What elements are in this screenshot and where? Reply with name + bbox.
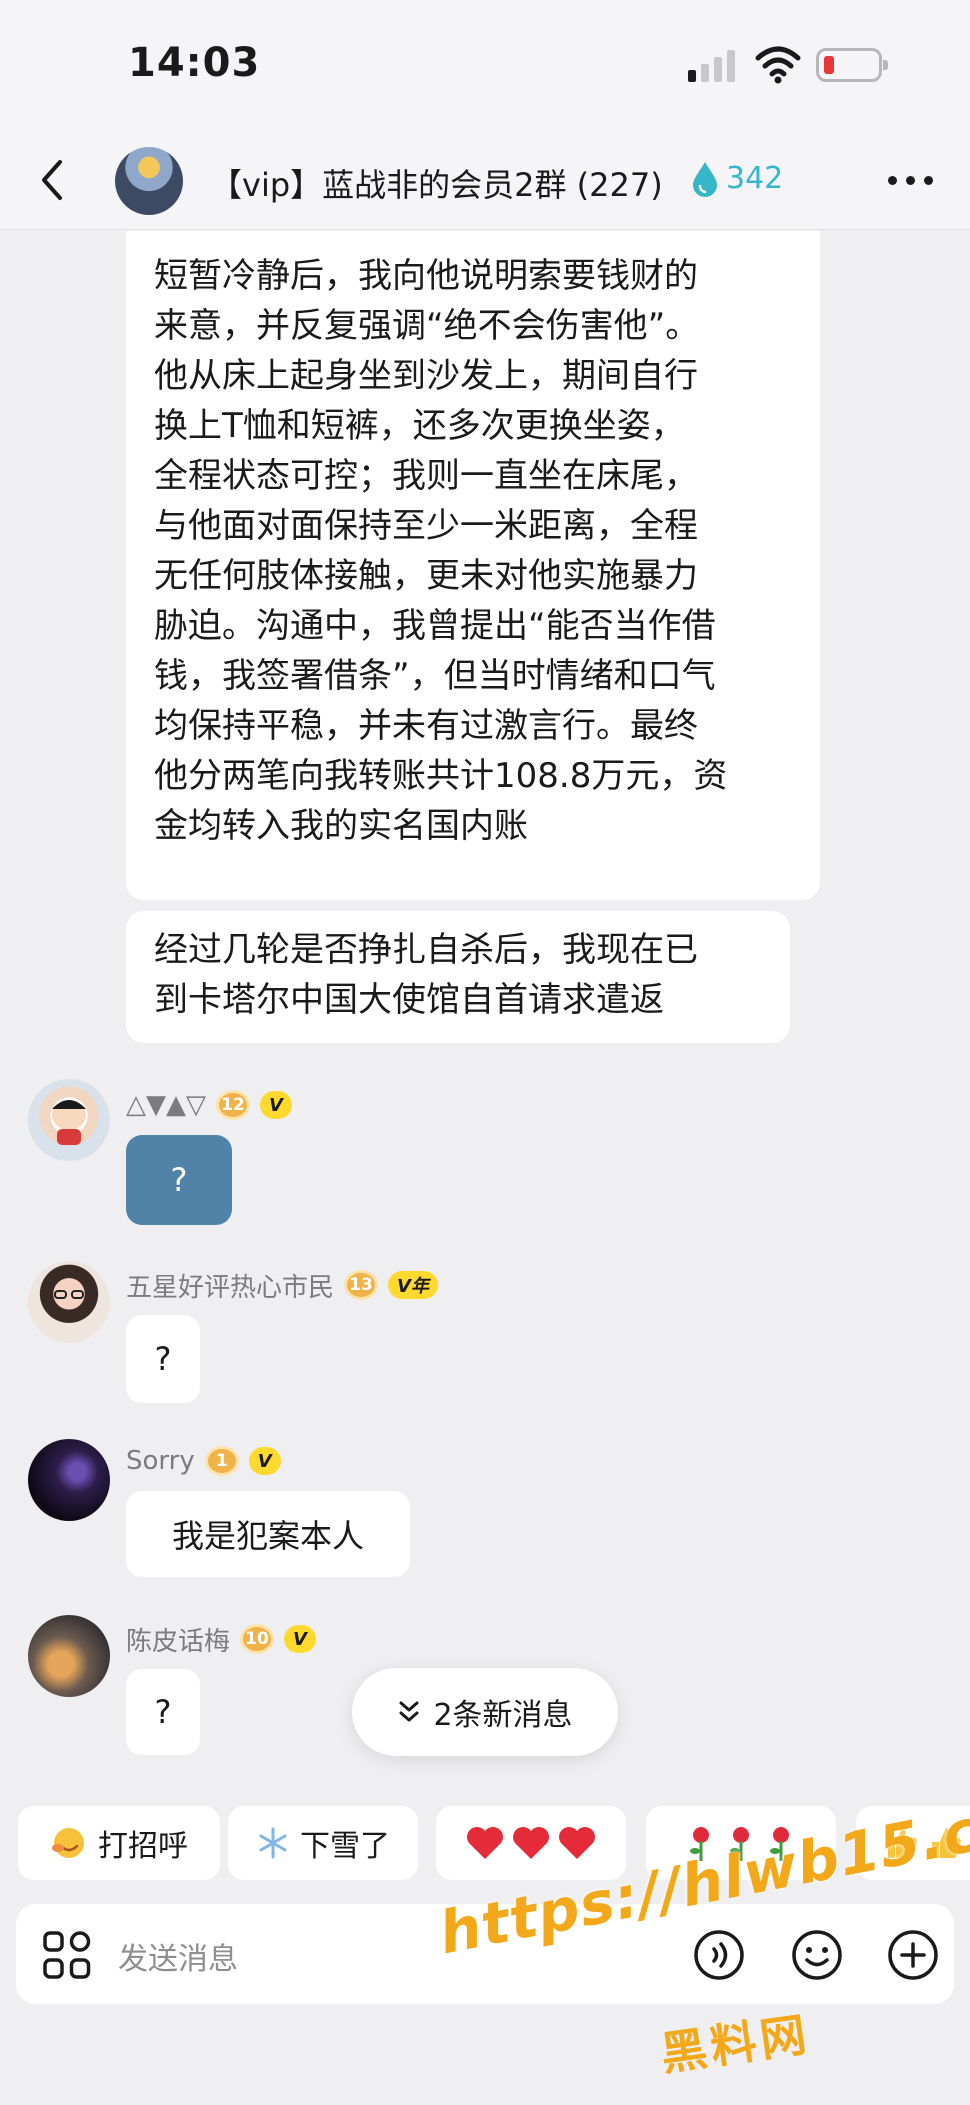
heat-count: 342	[726, 161, 784, 196]
sender-name: 陈皮话梅	[126, 1626, 231, 1657]
status-bar: 14:03	[0, 0, 970, 130]
sender-row: △▼▲▽ 12 V	[126, 1087, 292, 1123]
more-horizontal-icon[interactable]	[888, 174, 934, 188]
group-title[interactable]: 【vip】蓝战非的会员2群 (227)	[210, 160, 663, 206]
level-badge: 1	[204, 1446, 239, 1476]
message-bubble[interactable]: ?	[126, 1315, 200, 1403]
snowflake-emoji	[259, 1827, 287, 1859]
avatar[interactable]	[28, 1079, 110, 1161]
voice-icon[interactable]	[692, 1928, 746, 1982]
chevron-left-icon[interactable]	[30, 150, 80, 210]
avatar[interactable]	[28, 1439, 110, 1521]
message-bubble[interactable]: 我是犯案本人	[126, 1491, 410, 1577]
message-bubble[interactable]: 短暂冷静后，我向他说明索要钱财的 来意，并反复强调“绝不会伤害他”。 他从床上起…	[126, 231, 820, 900]
watermark-label: 黑料网	[657, 2006, 814, 2082]
avatar[interactable]	[28, 1261, 110, 1343]
vip-badge: V	[248, 1447, 281, 1475]
vip-badge: V	[259, 1091, 292, 1119]
vip-badge: V	[284, 1625, 316, 1653]
sender-row: 五星好评热心市民 13 V年	[126, 1267, 438, 1303]
new-messages-button[interactable]: 2条新消息	[352, 1668, 618, 1756]
vip-badge: V年	[388, 1271, 438, 1299]
status-time: 14:03	[128, 40, 261, 86]
plus-circle-icon[interactable]	[886, 1928, 940, 1982]
emoji-icon[interactable]	[790, 1928, 844, 1982]
message-list[interactable]: 短暂冷静后，我向他说明索要钱财的 来意，并反复强调“绝不会伤害他”。 他从床上起…	[0, 231, 970, 1801]
wifi-icon	[755, 46, 801, 84]
red-hearts-emoji	[465, 1825, 597, 1861]
water-drop-icon	[693, 162, 717, 197]
sender-name: 五星好评热心市民	[126, 1272, 335, 1303]
apps-grid-icon[interactable]	[42, 1930, 92, 1980]
chat-header: 【vip】蓝战非的会员2群 (227) 342	[0, 130, 970, 230]
level-badge: 10	[240, 1624, 275, 1654]
double-chevron-down-icon	[399, 1701, 419, 1722]
avatar-portrait-image	[54, 1290, 84, 1299]
message-bubble[interactable]: ?	[126, 1135, 232, 1225]
sender-row: 陈皮话梅 10 V	[126, 1621, 316, 1657]
quick-reply-greet[interactable]: 打招呼	[18, 1806, 220, 1880]
sender-name: Sorry	[126, 1446, 195, 1476]
sender-row: Sorry 1 V	[126, 1443, 281, 1479]
waving-face-emoji	[52, 1828, 84, 1858]
chip-label: 下雪了	[300, 1829, 390, 1864]
avatar[interactable]	[28, 1615, 110, 1697]
new-messages-label: 2条新消息	[433, 1698, 573, 1733]
message-bubble[interactable]: ?	[126, 1669, 200, 1755]
level-badge: 12	[215, 1090, 250, 1120]
message-input[interactable]: 发送消息	[118, 1934, 238, 1978]
message-bubble[interactable]: 经过几轮是否挣扎自杀后，我现在已 到卡塔尔中国大使馆自首请求遣返	[126, 911, 790, 1043]
battery-level	[824, 56, 834, 74]
sender-name: △▼▲▽	[126, 1090, 206, 1120]
level-badge: 13	[344, 1270, 379, 1300]
quick-reply-snow[interactable]: 下雪了	[228, 1806, 418, 1880]
avatar-character-image	[52, 1100, 86, 1145]
chip-label: 打招呼	[98, 1829, 188, 1864]
battery-low-icon	[816, 48, 888, 82]
cellular-signal-icon	[688, 48, 738, 82]
group-avatar[interactable]	[115, 147, 183, 215]
